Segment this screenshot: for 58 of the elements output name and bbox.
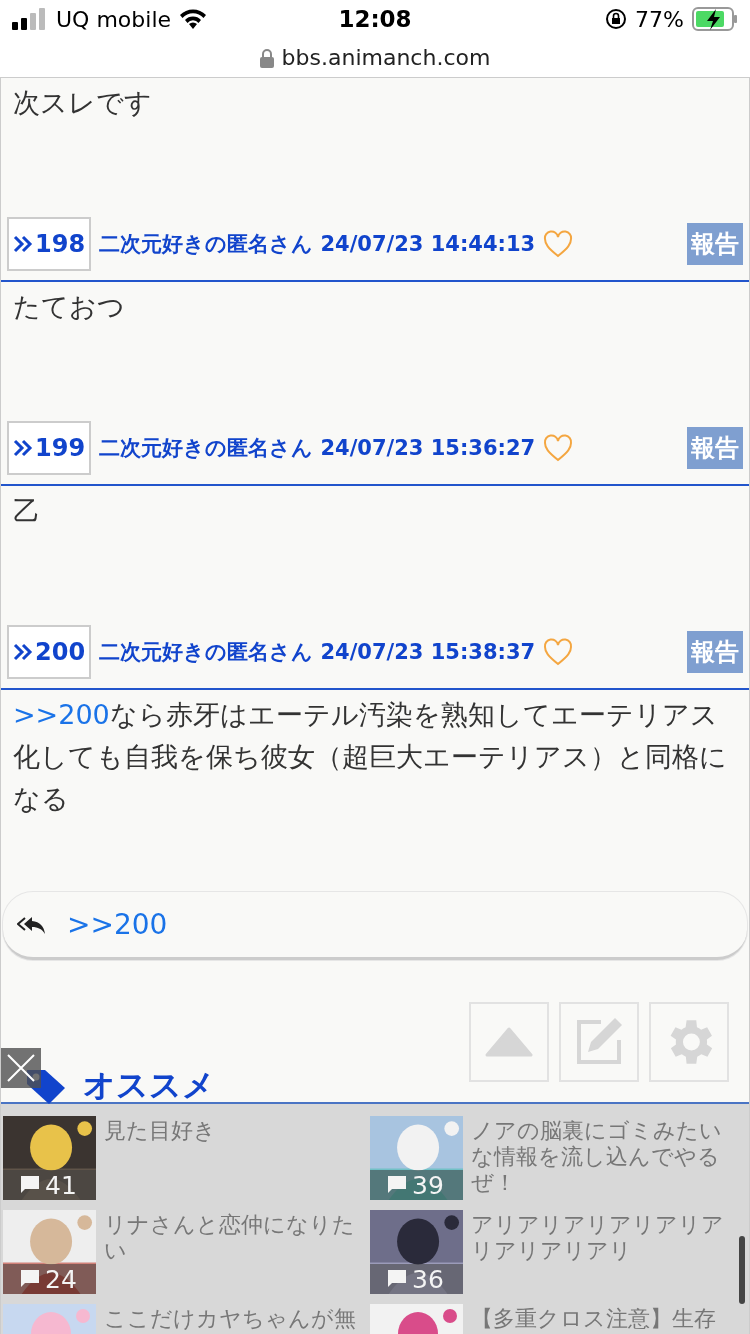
thread-title: ここだけカヤちゃんが無 <box>104 1305 356 1333</box>
thread-title: ノアの脳裏にゴミみたいな情報を流し込んでやるぜ！ <box>471 1117 723 1197</box>
heart-icon[interactable] <box>543 434 574 462</box>
reply-anchor-link[interactable]: >>200 <box>13 699 110 730</box>
thread-card[interactable]: 24 リナさんと恋仲になりたい <box>3 1210 366 1294</box>
comment-icon <box>386 1175 408 1195</box>
heart-icon[interactable] <box>543 230 574 258</box>
url-text[interactable]: bbs.animanch.com <box>281 45 491 71</box>
thread-title: 見た目好き <box>104 1117 216 1145</box>
thread-card[interactable]: 41 見た目好き <box>3 1116 366 1200</box>
signal-icon <box>12 8 48 31</box>
double-chevron-icon <box>13 642 33 662</box>
thread-title: アリアリアリアリアリアリアリアリアリ <box>471 1211 725 1265</box>
rotation-lock-icon <box>605 8 628 31</box>
comment-count: 36 <box>370 1264 463 1294</box>
report-button[interactable]: 報告 <box>687 631 743 673</box>
thread-card[interactable]: 【多重クロス注意】生存 <box>370 1304 733 1334</box>
section-title: オススメ <box>83 1067 215 1103</box>
post-author: 二次元好きの匿名さん 24/07/23 15:38:37 <box>99 639 536 666</box>
scroll-top-button[interactable] <box>469 1002 549 1082</box>
wifi-icon <box>179 8 208 31</box>
carrier-name: UQ mobile <box>56 6 172 32</box>
thread-card[interactable]: 39 ノアの脳裏にゴミみたいな情報を流し込んでやるぜ！ <box>370 1116 733 1200</box>
comment-icon <box>19 1269 41 1289</box>
battery-charging-icon <box>692 7 738 32</box>
comment-count: 41 <box>3 1170 96 1200</box>
scrollbar <box>739 1236 745 1304</box>
battery-percent: 77% <box>635 6 684 32</box>
double-chevron-icon <box>13 234 33 254</box>
post-body: 次スレです <box>12 86 153 120</box>
post-number-link[interactable]: 200 <box>7 625 92 679</box>
close-icon <box>6 1053 36 1083</box>
clock-time: 12:08 <box>338 6 412 33</box>
post-author: 二次元好きの匿名さん 24/07/23 15:36:27 <box>99 435 536 462</box>
post-author: 二次元好きの匿名さん 24/07/23 14:44:13 <box>99 231 536 258</box>
triangle-up-icon <box>485 1027 533 1057</box>
thread-card[interactable]: ここだけカヤちゃんが無 <box>3 1304 366 1334</box>
thread-title: リナさんと恋仲になりたい <box>104 1211 356 1265</box>
post-number-link[interactable]: 199 <box>7 421 92 475</box>
comment-icon <box>19 1175 41 1195</box>
comment-count: 39 <box>370 1170 463 1200</box>
post-number-link[interactable]: 198 <box>7 217 92 271</box>
lock-icon <box>259 47 274 68</box>
close-button[interactable] <box>1 1048 41 1088</box>
reply-link[interactable]: >>200 <box>67 908 168 941</box>
report-button[interactable]: 報告 <box>687 427 743 469</box>
heart-icon[interactable] <box>543 638 574 666</box>
double-chevron-icon <box>13 438 33 458</box>
post-body: 乙 <box>12 494 41 528</box>
post-body: >>200なら赤牙はエーテル汚染を熟知してエーテリアス化しても自我を保ち彼女（超巨大エーテリアス）と同格になる <box>12 698 728 816</box>
comment-count: 24 <box>3 1264 96 1294</box>
thread-title: 【多重クロス注意】生存 <box>471 1305 716 1333</box>
report-button[interactable]: 報告 <box>687 223 743 265</box>
edit-button[interactable] <box>559 1002 639 1082</box>
comment-icon <box>386 1269 408 1289</box>
post-body: たておつ <box>12 290 126 324</box>
thread-card[interactable]: 36 アリアリアリアリアリアリアリアリアリ <box>370 1210 733 1294</box>
settings-button[interactable] <box>649 1002 729 1082</box>
